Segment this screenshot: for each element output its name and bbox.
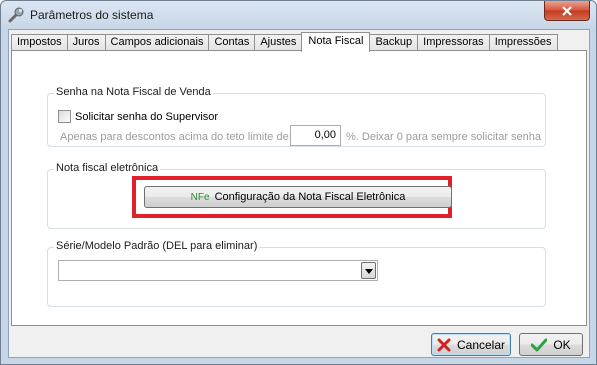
tab-nota-fiscal[interactable]: Nota Fiscal — [301, 32, 371, 52]
nfe-group-title: Nota fiscal eletrônica — [54, 162, 161, 174]
serie-modelo-dropdown-button[interactable] — [361, 262, 376, 279]
close-button[interactable] — [544, 1, 590, 21]
serie-modelo-select[interactable] — [58, 260, 378, 281]
wrench-icon — [7, 6, 25, 24]
dialog-window: Parâmetros do sistema Impostos Juros Cam… — [0, 0, 597, 365]
cancel-button[interactable]: Cancelar — [431, 333, 511, 356]
limit-hint-suffix: %. Deixar 0 para sempre solicitar senha — [346, 131, 542, 143]
limit-value-input[interactable]: 0,00 — [290, 125, 341, 146]
tab-ajustes[interactable]: Ajustes — [254, 34, 303, 51]
nfe-config-button[interactable]: NFe Configuração da Nota Fiscal Eletrôni… — [144, 186, 452, 208]
tab-juros[interactable]: Juros — [66, 34, 106, 51]
ok-button-label: OK — [553, 337, 571, 352]
dialog-client: Impostos Juros Campos adicionais Contas … — [8, 29, 590, 358]
nfe-config-button-label: Configuração da Nota Fiscal Eletrônica — [214, 191, 406, 203]
tab-impressoes[interactable]: Impressões — [488, 34, 558, 51]
title-bar[interactable]: Parâmetros do sistema — [1, 1, 596, 29]
supervisor-checkbox-label: Solicitar senha do Supervisor — [75, 110, 219, 123]
cancel-button-label: Cancelar — [456, 337, 506, 352]
tab-impressoras[interactable]: Impressoras — [417, 34, 490, 51]
ok-button[interactable]: OK — [519, 333, 583, 356]
tab-campos-adicionais[interactable]: Campos adicionais — [104, 34, 210, 51]
nota-fiscal-panel: Senha na Nota Fiscal de Venda Solicitar … — [11, 50, 587, 326]
x-icon — [437, 338, 451, 352]
limit-hint-prefix: Apenas para descontos acima do teto limi… — [60, 131, 292, 143]
senha-group-title: Senha na Nota Fiscal de Venda — [54, 86, 213, 98]
tab-impostos[interactable]: Impostos — [11, 34, 68, 51]
supervisor-checkbox[interactable] — [58, 110, 71, 123]
window-title: Parâmetros do sistema — [30, 8, 154, 22]
nfe-icon: NFe — [190, 191, 210, 203]
supervisor-checkbox-row[interactable]: Solicitar senha do Supervisor — [58, 110, 218, 123]
serie-group-title: Série/Modelo Padrão (DEL para eliminar) — [54, 240, 260, 252]
tab-contas[interactable]: Contas — [208, 34, 256, 51]
close-icon — [561, 5, 573, 16]
checkmark-icon — [531, 338, 548, 352]
tab-backup[interactable]: Backup — [369, 34, 419, 51]
tab-strip: Impostos Juros Campos adicionais Contas … — [11, 32, 558, 52]
chevron-down-icon — [364, 265, 373, 277]
